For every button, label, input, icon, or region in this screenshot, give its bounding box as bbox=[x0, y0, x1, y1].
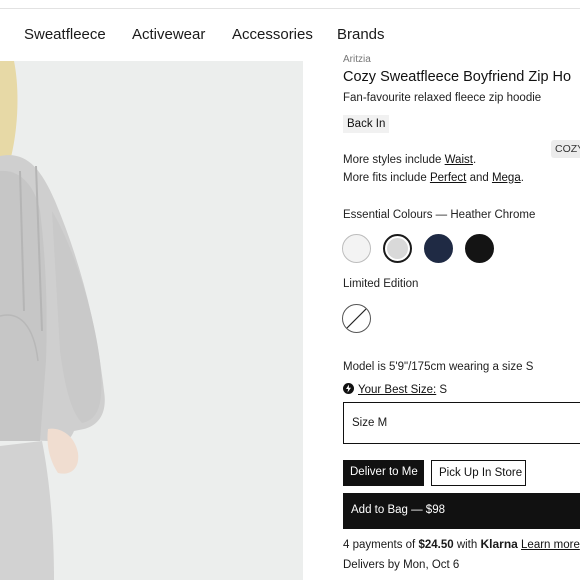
best-size-line: Your Best Size: S bbox=[343, 383, 447, 396]
product-subtitle: Fan-favourite relaxed fleece zip hoodie bbox=[343, 92, 542, 104]
best-size-value: S bbox=[436, 384, 448, 396]
more-styles-text: More styles include bbox=[343, 154, 445, 166]
more-fits-text: More fits include bbox=[343, 172, 430, 184]
top-divider bbox=[0, 8, 580, 9]
swatch-white[interactable] bbox=[342, 234, 371, 263]
limited-edition-label: Limited Edition bbox=[343, 278, 419, 290]
more-styles-suffix: . bbox=[472, 154, 477, 166]
product-photo[interactable] bbox=[0, 61, 303, 580]
top-navigation: r Sweatfleece Activewear Accessories Bra… bbox=[0, 12, 580, 58]
size-select-value: Size M bbox=[352, 417, 388, 429]
klarna-learn-more-link[interactable]: Learn more bbox=[521, 539, 580, 551]
swatch-black[interactable] bbox=[465, 234, 494, 263]
delivery-estimate: Delivers by Mon, Oct 6 bbox=[343, 559, 460, 571]
product-title: Cozy Sweatfleece Boyfriend Zip Ho bbox=[343, 69, 572, 85]
tooltip-chip: COZY bbox=[551, 140, 580, 158]
klarna-amount: $24.50 bbox=[418, 539, 454, 551]
deliver-to-me-button[interactable]: Deliver to Me bbox=[343, 460, 424, 486]
nav-item-accessories[interactable]: Accessories bbox=[232, 26, 313, 43]
status-badge: Back In bbox=[343, 115, 390, 133]
nav-item-brands[interactable]: Brands bbox=[337, 26, 385, 43]
klarna-prefix: 4 payments of bbox=[343, 539, 419, 551]
nav-item-sweatfleece[interactable]: Sweatfleece bbox=[24, 26, 106, 43]
brand-name[interactable]: Aritzia bbox=[343, 50, 371, 62]
best-size-link[interactable]: Your Best Size: bbox=[358, 384, 436, 396]
lightning-icon bbox=[343, 383, 354, 394]
fit-link-mega[interactable]: Mega bbox=[492, 172, 521, 184]
colour-label: Essential Colours — Heather Chrome bbox=[343, 209, 536, 221]
swatch-navy[interactable] bbox=[424, 234, 453, 263]
nav-item-activewear[interactable]: Activewear bbox=[132, 26, 205, 43]
klarna-line: 4 payments of $24.50 with Klarna Learn m… bbox=[343, 537, 580, 551]
size-select[interactable]: Size M bbox=[343, 402, 580, 444]
swatch-limited-edition[interactable] bbox=[342, 304, 371, 333]
more-fits-suffix: . bbox=[520, 172, 524, 184]
fit-link-perfect[interactable]: Perfect bbox=[430, 172, 466, 184]
klarna-logo: Klarna bbox=[480, 537, 518, 551]
klarna-mid: with bbox=[453, 539, 481, 551]
slash-icon bbox=[345, 307, 368, 330]
swatch-heather-chrome[interactable] bbox=[383, 234, 412, 263]
more-fits-line: More fits include Perfect and Mega. bbox=[343, 172, 524, 184]
more-styles-line: More styles include Waist. bbox=[343, 154, 476, 166]
model-info: Model is 5'9"/175cm wearing a size S bbox=[343, 361, 534, 373]
pick-up-in-store-button[interactable]: Pick Up In Store bbox=[431, 460, 526, 486]
add-to-bag-button[interactable]: Add to Bag — $98 bbox=[343, 493, 580, 529]
style-link-waist[interactable]: Waist bbox=[445, 154, 473, 166]
more-fits-and: and bbox=[466, 172, 492, 184]
model-illustration bbox=[0, 61, 303, 580]
